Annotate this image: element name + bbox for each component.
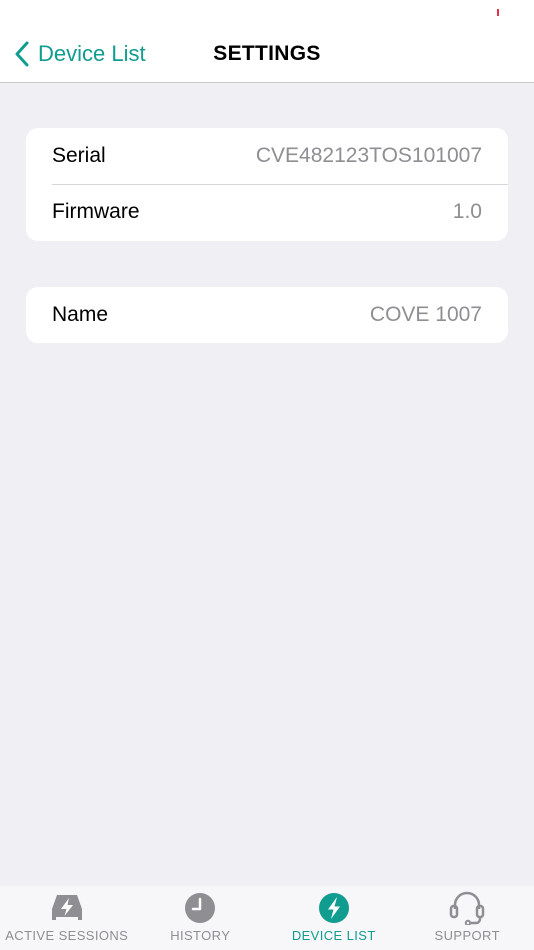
tab-history-label: HISTORY <box>170 928 231 943</box>
serial-label: Serial <box>52 144 106 167</box>
firmware-label: Firmware <box>52 200 140 223</box>
name-label: Name <box>52 303 109 326</box>
serial-value: CVE482123TOS101007 <box>255 144 482 167</box>
firmware-row: Firmware 1.0 <box>26 184 508 240</box>
page-title: SETTINGS <box>213 42 321 65</box>
tab-support-label: SUPPORT <box>434 928 500 943</box>
navigation-bar: Device List SETTINGS <box>0 26 534 83</box>
tab-history[interactable]: HISTORY <box>134 886 268 950</box>
headset-icon <box>448 890 486 926</box>
device-info-card: Serial CVE482123TOS101007 Firmware 1.0 <box>26 128 508 241</box>
firmware-value: 1.0 <box>452 200 482 223</box>
serial-row: Serial CVE482123TOS101007 <box>26 128 508 184</box>
tab-active-sessions-label: ACTIVE SESSIONS <box>5 928 129 943</box>
name-value[interactable]: COVE 1007 <box>370 303 482 327</box>
tab-device-list[interactable]: DEVICE LIST <box>267 886 401 950</box>
device-name-card: Name COVE 1007 <box>26 287 508 343</box>
status-indicator <box>497 9 499 16</box>
tab-support[interactable]: SUPPORT <box>401 886 534 950</box>
tab-active-sessions[interactable]: ACTIVE SESSIONS <box>0 886 134 950</box>
tab-bar: ACTIVE SESSIONS HISTORY DEVICE LIST SUPP… <box>0 886 534 950</box>
name-row[interactable]: Name COVE 1007 <box>26 287 508 343</box>
clock-icon <box>184 890 216 926</box>
status-bar <box>0 0 534 26</box>
car-charging-icon <box>48 890 86 926</box>
tab-device-list-label: DEVICE LIST <box>291 928 376 943</box>
lightning-icon <box>318 890 350 926</box>
